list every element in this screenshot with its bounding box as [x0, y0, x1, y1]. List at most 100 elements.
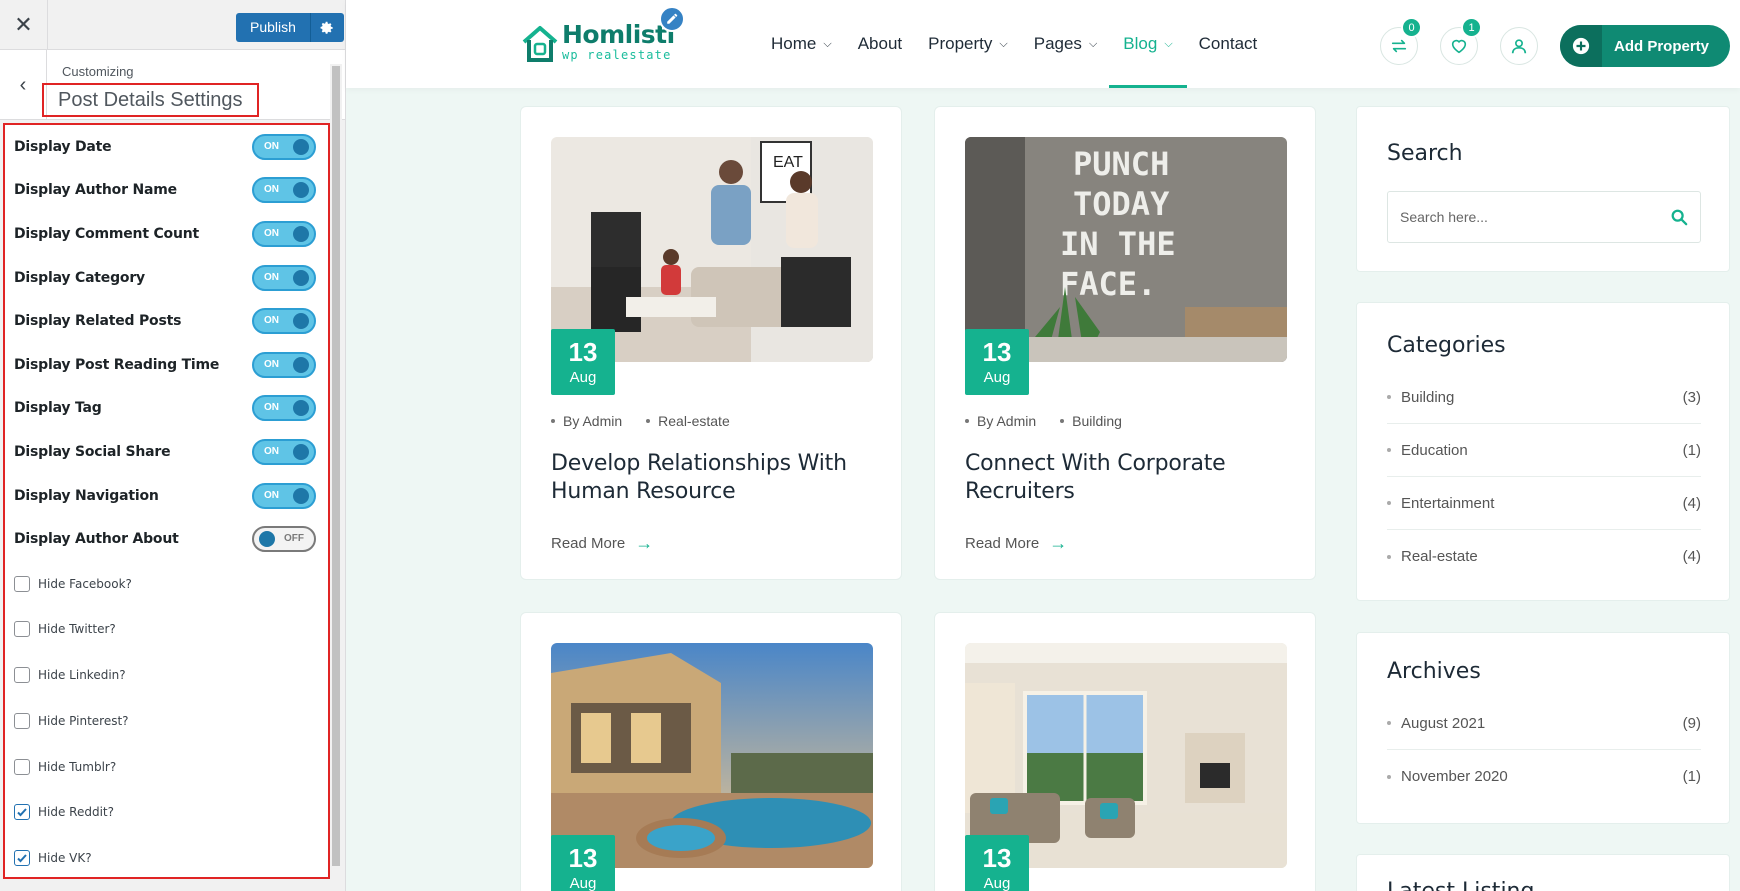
- compare-arrows-icon: [1391, 39, 1407, 53]
- category-count: (1): [1682, 441, 1701, 459]
- checkbox[interactable]: [14, 575, 30, 592]
- setting-label: Display Social Share: [14, 443, 171, 460]
- main-nav: Home ⌵ About Property ⌵ Pages ⌵ Blog ⌵ Conta…: [771, 0, 1283, 88]
- post-title[interactable]: Connect With Corporate Recruiters: [965, 450, 1295, 506]
- plus-circle-icon: [1560, 25, 1602, 67]
- checkbox[interactable]: [14, 758, 30, 775]
- edit-pencil-icon[interactable]: [659, 6, 685, 32]
- checkbox-checked[interactable]: [14, 849, 30, 866]
- date-day: 13: [568, 337, 598, 367]
- toggle-switch[interactable]: ON: [252, 482, 316, 509]
- checkbox-label: Hide Twitter?: [38, 622, 116, 637]
- setting-row: Display Category ON: [5, 256, 328, 300]
- favorites-button[interactable]: 1: [1440, 17, 1482, 65]
- heart-icon: [1451, 39, 1467, 54]
- nav-label: Contact: [1198, 34, 1258, 53]
- nav-contact[interactable]: Contact: [1199, 0, 1258, 88]
- compare-button[interactable]: 0: [1380, 17, 1422, 65]
- house-logo-icon: [522, 26, 558, 62]
- back-arrow-icon[interactable]: ‹: [0, 50, 47, 120]
- customizer-scrollbar[interactable]: [330, 64, 342, 891]
- nav-blog[interactable]: Blog ⌵: [1109, 0, 1188, 88]
- category-name: Building: [1387, 389, 1454, 406]
- toggle-switch[interactable]: ON: [252, 133, 316, 160]
- toggle-switch[interactable]: ON: [252, 177, 316, 204]
- nav-home[interactable]: Home ⌵: [771, 0, 832, 88]
- category-item[interactable]: Entertainment (4): [1387, 477, 1701, 530]
- site-logo[interactable]: Homlisti wp realestate: [520, 22, 675, 64]
- svg-text:FACE.: FACE.: [1060, 265, 1156, 303]
- post-title[interactable]: Develop Relationships With Human Resourc…: [551, 450, 881, 506]
- checkbox[interactable]: [14, 712, 30, 729]
- checkbox-checked[interactable]: [14, 804, 30, 821]
- category-item[interactable]: Education (1): [1387, 424, 1701, 477]
- date-month: Aug: [569, 875, 597, 891]
- toggle-knob: [293, 138, 309, 155]
- archive-item[interactable]: November 2020 (1): [1387, 750, 1701, 803]
- checkbox[interactable]: [14, 621, 30, 638]
- checkbox-row: Hide Twitter?: [5, 607, 328, 653]
- toggle-state-text: ON: [264, 358, 279, 370]
- checkbox[interactable]: [14, 667, 30, 684]
- nav-about[interactable]: About: [858, 0, 902, 88]
- toggle-knob: [293, 443, 309, 460]
- svg-text:EAT: EAT: [773, 154, 803, 171]
- toggle-knob: [293, 313, 309, 330]
- archive-item[interactable]: August 2021 (9): [1387, 697, 1701, 750]
- toggle-state-text: ON: [264, 445, 279, 457]
- gear-icon[interactable]: [309, 13, 344, 42]
- category-item[interactable]: Building (3): [1387, 371, 1701, 424]
- close-icon[interactable]: ✕: [0, 0, 48, 50]
- archives-widget-title: Archives: [1387, 659, 1481, 684]
- settings-list: Display Date ON Display Author Name ON D…: [3, 123, 330, 879]
- categories-list: Building (3) Education (1) Entertainment (4…: [1387, 371, 1701, 583]
- toggle-switch[interactable]: ON: [252, 308, 316, 335]
- post-meta: By Admin Real-estate: [551, 413, 754, 429]
- checkbox-row: Hide Tumblr?: [5, 744, 328, 790]
- read-more-link[interactable]: Read More →: [551, 533, 653, 554]
- read-more-label: Read More: [551, 535, 626, 552]
- toggle-switch[interactable]: ON: [252, 438, 316, 465]
- site-preview: Homlisti wp realestate Home ⌵ About Prope…: [346, 0, 1740, 891]
- toggle-switch[interactable]: OFF: [252, 526, 316, 553]
- category-count: (4): [1682, 494, 1701, 512]
- post-category[interactable]: Building: [1060, 413, 1122, 429]
- nav-pages[interactable]: Pages ⌵: [1034, 0, 1098, 88]
- add-property-button[interactable]: Add Property: [1560, 25, 1730, 67]
- category-count: (4): [1682, 548, 1701, 565]
- archives-list: August 2021 (9) November 2020 (1): [1387, 697, 1701, 803]
- svg-text:TODAY: TODAY: [1073, 185, 1170, 223]
- nav-property[interactable]: Property ⌵: [928, 0, 1008, 88]
- archive-count: (1): [1682, 768, 1701, 785]
- setting-label: Display Navigation: [14, 487, 159, 504]
- toggle-switch[interactable]: ON: [252, 351, 316, 378]
- search-input[interactable]: Search here...: [1387, 191, 1701, 243]
- scrollbar-thumb[interactable]: [332, 66, 340, 866]
- toggle-state-text: ON: [264, 140, 279, 152]
- toggle-knob: [293, 182, 309, 199]
- category-name: Real-estate: [1387, 548, 1478, 565]
- checkmark-icon: [17, 808, 27, 817]
- checkbox-row: Hide Reddit?: [5, 789, 328, 835]
- setting-label: Display Author About: [14, 531, 179, 548]
- toggle-switch[interactable]: ON: [252, 220, 316, 247]
- checkbox-label: Hide Reddit?: [38, 805, 114, 820]
- checkbox-label: Hide Linkedin?: [38, 668, 126, 683]
- toggle-switch[interactable]: ON: [252, 395, 316, 422]
- account-button[interactable]: [1500, 27, 1538, 65]
- setting-label: Display Date: [14, 138, 112, 155]
- publish-button[interactable]: Publish: [236, 13, 310, 42]
- read-more-link[interactable]: Read More →: [965, 533, 1067, 554]
- nav-label: Property: [928, 34, 993, 53]
- category-item[interactable]: Real-estate (4): [1387, 530, 1701, 583]
- setting-label: Display Tag: [14, 400, 102, 417]
- post-author[interactable]: By Admin: [551, 413, 622, 429]
- checkbox-label: Hide Tumblr?: [38, 759, 117, 774]
- toggle-switch[interactable]: ON: [252, 264, 316, 291]
- nav-label: Blog: [1123, 34, 1158, 53]
- archive-name: August 2021: [1387, 715, 1485, 732]
- post-author[interactable]: By Admin: [965, 413, 1036, 429]
- post-category[interactable]: Real-estate: [646, 413, 730, 429]
- search-icon[interactable]: [1670, 208, 1688, 226]
- date-day: 13: [982, 337, 1012, 367]
